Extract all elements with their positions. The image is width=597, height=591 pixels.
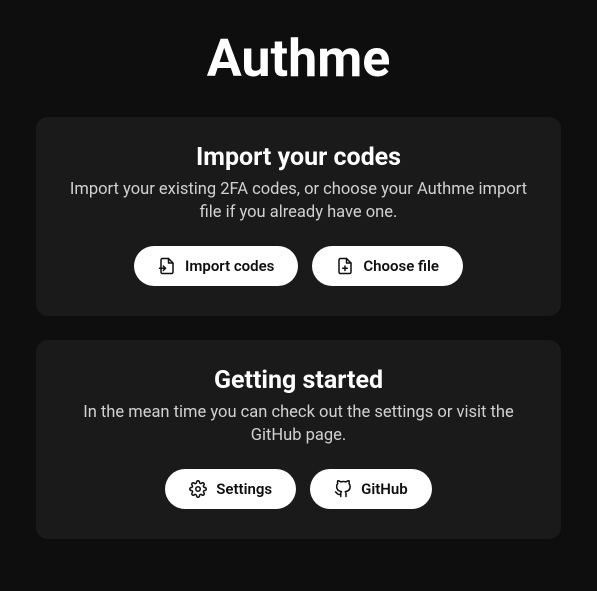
file-plus-icon	[336, 257, 354, 275]
getting-started-title: Getting started	[66, 366, 531, 395]
settings-label: Settings	[216, 480, 272, 498]
github-button[interactable]: GitHub	[310, 469, 432, 509]
github-label: GitHub	[361, 480, 408, 498]
import-card-description: Import your existing 2FA codes, or choos…	[66, 178, 531, 224]
settings-button[interactable]: Settings	[165, 469, 296, 509]
getting-started-button-row: Settings GitHub	[66, 469, 531, 509]
import-card-title: Import your codes	[66, 143, 531, 172]
choose-file-button[interactable]: Choose file	[312, 246, 463, 286]
github-icon	[334, 480, 352, 498]
getting-started-card: Getting started In the mean time you can…	[36, 340, 561, 539]
gear-icon	[189, 480, 207, 498]
choose-file-label: Choose file	[363, 257, 439, 275]
file-import-icon	[158, 257, 176, 275]
import-codes-button[interactable]: Import codes	[134, 246, 298, 286]
import-codes-label: Import codes	[185, 257, 274, 275]
app-title: Authme	[0, 0, 597, 117]
getting-started-description: In the mean time you can check out the s…	[66, 401, 531, 447]
import-card: Import your codes Import your existing 2…	[36, 117, 561, 316]
import-button-row: Import codes Choose file	[66, 246, 531, 286]
